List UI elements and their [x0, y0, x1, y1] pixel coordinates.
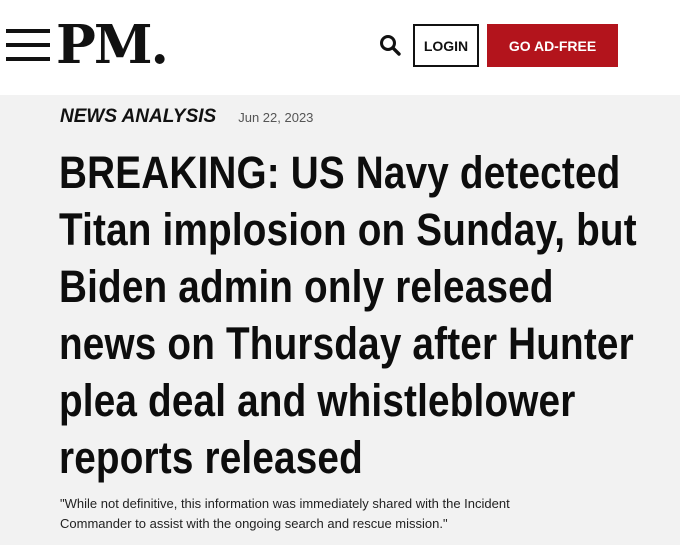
headline-line: plea deal and whistleblower — [59, 375, 576, 426]
login-button[interactable]: LOGIN — [413, 24, 479, 67]
menu-bar-middle — [6, 43, 50, 47]
article-meta: NEWS ANALYSIS Jun 22, 2023 — [60, 106, 313, 128]
site-header: PM. LOGIN GO AD-FREE — [0, 0, 680, 95]
headline-line: Biden admin only released — [59, 261, 554, 312]
article-headline[interactable]: BREAKING: US Navy detected Titan implosi… — [59, 144, 637, 486]
search-icon[interactable] — [378, 33, 404, 59]
article-date: Jun 22, 2023 — [238, 110, 314, 125]
subheadline-line: "While not definitive, this information … — [60, 496, 510, 511]
article-category[interactable]: NEWS ANALYSIS — [60, 106, 216, 128]
article-subheadline: "While not definitive, this information … — [60, 494, 620, 534]
subheadline-line: Commander to assist with the ongoing sea… — [60, 516, 448, 531]
go-ad-free-button[interactable]: GO AD-FREE — [487, 24, 618, 67]
hamburger-menu-icon[interactable] — [6, 29, 50, 61]
headline-line: reports released — [59, 432, 363, 483]
menu-bar-bottom — [6, 57, 50, 61]
site-logo[interactable]: PM. — [56, 10, 169, 80]
headline-line: news on Thursday after Hunter — [59, 318, 634, 369]
headline-line: BREAKING: US Navy detected — [59, 147, 621, 198]
headline-line: Titan implosion on Sunday, but — [59, 204, 637, 255]
menu-bar-top — [6, 29, 50, 33]
